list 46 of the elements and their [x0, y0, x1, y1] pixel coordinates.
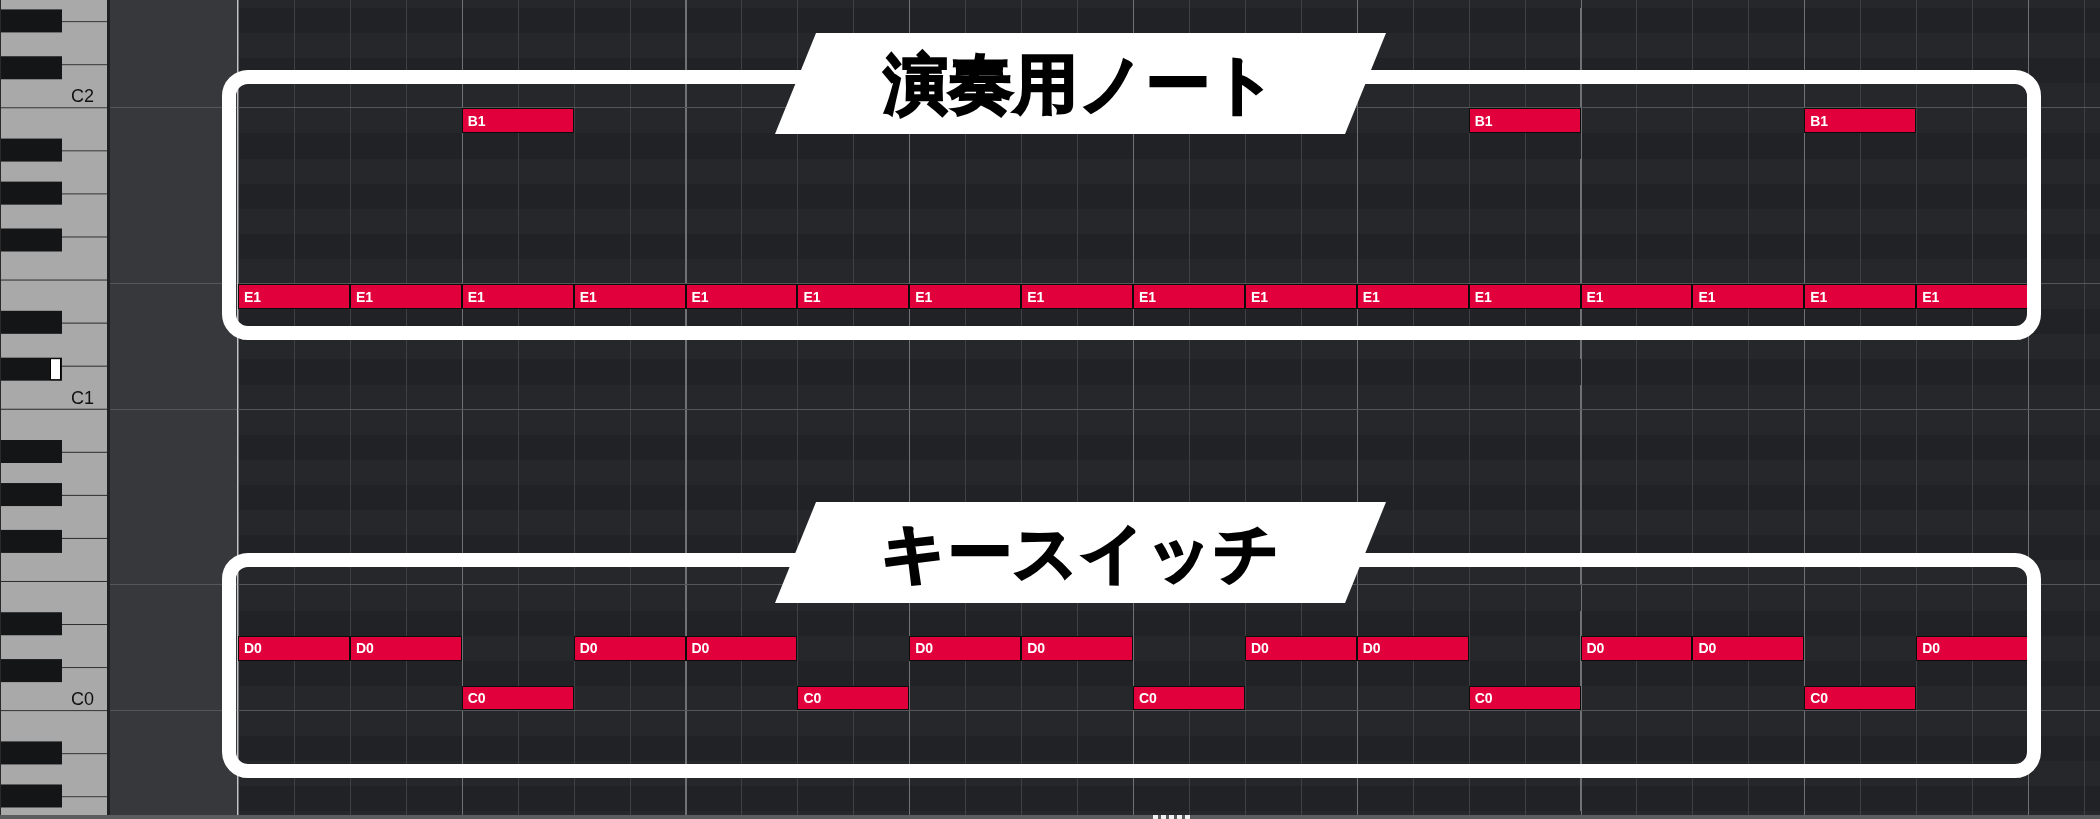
midi-note[interactable]: B1 [1804, 108, 1917, 134]
midi-note[interactable]: C0 [461, 685, 574, 710]
midi-note[interactable]: D0 [573, 635, 686, 661]
sharp-key[interactable] [1, 357, 62, 381]
octave-label: C1 [71, 387, 94, 408]
midi-note[interactable]: E1 [1804, 284, 1917, 310]
sharp-key[interactable] [1, 659, 62, 683]
octave-label: C0 [71, 689, 94, 710]
midi-note[interactable]: D0 [685, 635, 798, 661]
callout-label: キースイッチ [775, 502, 1386, 603]
midi-note[interactable]: D0 [349, 635, 462, 661]
midi-note[interactable]: D0 [1580, 635, 1693, 661]
sharp-key[interactable] [1, 529, 62, 553]
midi-note[interactable]: D0 [1916, 635, 2028, 661]
midi-note[interactable]: E1 [1916, 284, 2028, 310]
midi-note[interactable]: C0 [1804, 685, 1917, 710]
midi-note[interactable]: E1 [1692, 284, 1805, 310]
sharp-key[interactable] [1, 483, 62, 507]
midi-note[interactable]: D0 [909, 635, 1022, 661]
midi-note[interactable]: E1 [238, 284, 350, 310]
midi-note[interactable]: E1 [797, 284, 910, 310]
midi-note[interactable]: E1 [685, 284, 798, 310]
midi-note[interactable]: E1 [461, 284, 574, 310]
midi-note[interactable]: D0 [1356, 635, 1469, 661]
midi-note[interactable]: D0 [238, 635, 350, 661]
key-marker-icon [50, 358, 61, 381]
callout-label: 演奏用ノート [775, 33, 1386, 134]
octave-label: C2 [71, 86, 94, 107]
midi-note[interactable]: D0 [1692, 635, 1805, 661]
midi-note[interactable]: E1 [1244, 284, 1357, 310]
midi-note[interactable]: C0 [797, 685, 910, 710]
midi-note[interactable]: E1 [909, 284, 1022, 310]
midi-note[interactable]: E1 [1133, 284, 1245, 310]
midi-note[interactable]: D0 [1244, 635, 1357, 661]
midi-note[interactable]: E1 [1356, 284, 1469, 310]
midi-note[interactable]: E1 [349, 284, 462, 310]
midi-note[interactable]: C0 [1133, 685, 1245, 710]
midi-note[interactable]: E1 [1580, 284, 1693, 310]
midi-note[interactable]: E1 [573, 284, 686, 310]
midi-note[interactable]: D0 [1021, 635, 1133, 661]
grip-icon[interactable] [1153, 815, 1190, 819]
midi-note[interactable]: C0 [1468, 685, 1581, 710]
midi-note[interactable]: B1 [1468, 108, 1581, 134]
midi-note[interactable]: E1 [1468, 284, 1581, 310]
midi-note[interactable]: B1 [461, 108, 574, 134]
midi-note[interactable]: E1 [1021, 284, 1133, 310]
